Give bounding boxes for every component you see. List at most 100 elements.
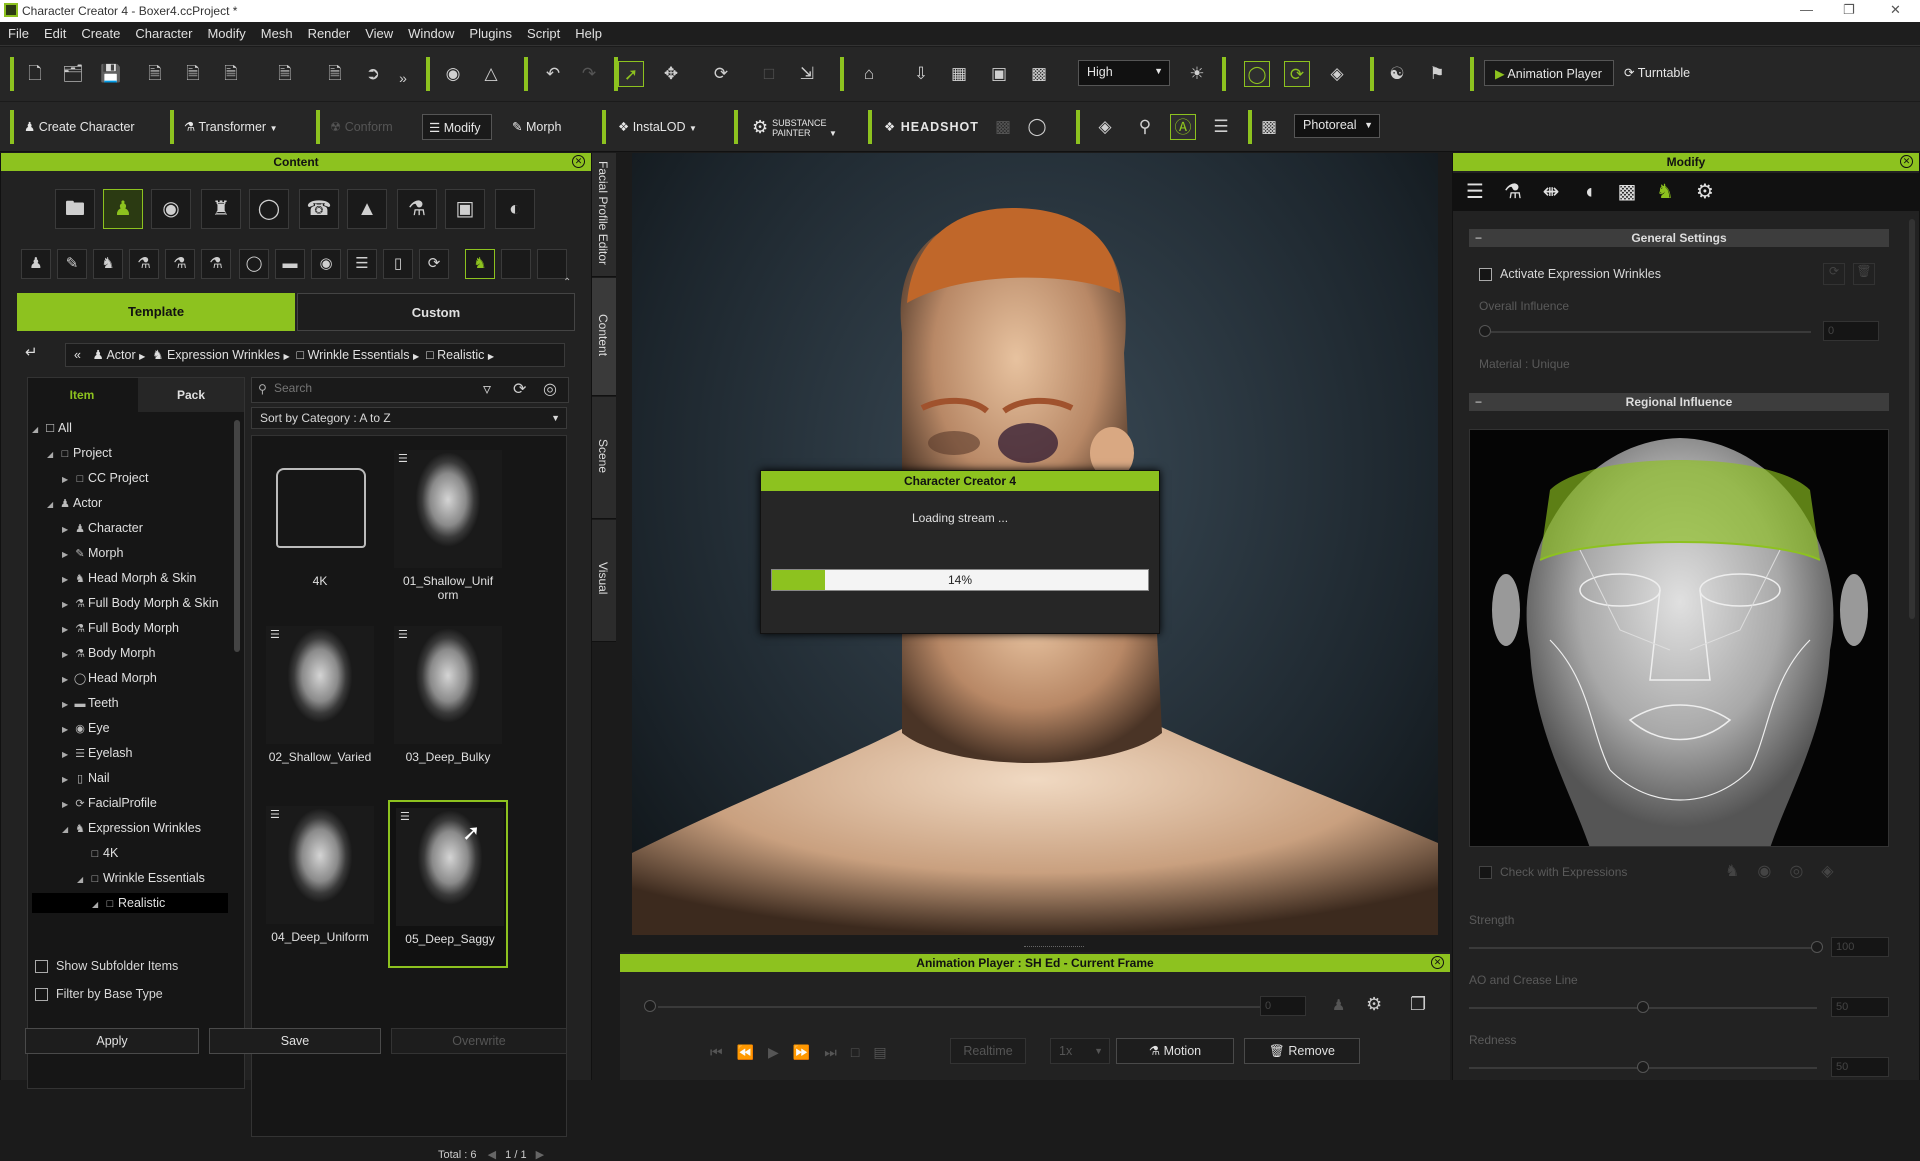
tab-content-side[interactable]: Content bbox=[592, 278, 616, 396]
import-obj-icon[interactable]: 🗎 bbox=[218, 61, 244, 87]
tree-item[interactable]: ▶ ◯ Head Morph bbox=[32, 668, 157, 688]
settings-sliders-icon[interactable]: ☰ bbox=[1208, 114, 1234, 140]
select-cursor-icon[interactable]: ➚ bbox=[618, 61, 644, 87]
hair-category-icon[interactable]: ◯ bbox=[249, 189, 289, 229]
tree-item[interactable]: ▶ ♞ Head Morph & Skin bbox=[32, 568, 196, 588]
sort-select[interactable]: Sort by Category : A to Z ▼ bbox=[251, 407, 567, 429]
tree-item[interactable]: ▶ ▯ Nail bbox=[32, 768, 110, 788]
refresh-icon[interactable]: ⟳ bbox=[513, 379, 526, 399]
eyelash-sub-icon[interactable]: ☰ bbox=[347, 249, 377, 279]
physics-icon[interactable]: ◈ bbox=[1324, 61, 1350, 87]
menu-file[interactable]: File bbox=[0, 22, 36, 41]
instalod-button[interactable]: ❖ InstaLOD ▼ bbox=[618, 114, 697, 140]
blend-icon[interactable]: ◈ bbox=[1821, 863, 1851, 880]
tree-item[interactable]: ▶ ⚗ Body Morph bbox=[32, 643, 155, 663]
morph-tab-icon[interactable]: ⇼ bbox=[1535, 176, 1567, 208]
overwrite-button[interactable]: Overwrite bbox=[391, 1028, 567, 1054]
expand-arrow-icon[interactable]: ▶ bbox=[62, 695, 72, 715]
search-input[interactable] bbox=[274, 381, 474, 395]
redness-knob[interactable] bbox=[1637, 1061, 1649, 1073]
motion-tab-icon[interactable]: ⚗ bbox=[1497, 176, 1529, 208]
expand-arrow-icon[interactable]: ▶ bbox=[62, 645, 72, 665]
tree-item[interactable]: ▶ ◉ Eye bbox=[32, 718, 110, 738]
activate-wrinkles-checkbox[interactable] bbox=[1479, 268, 1492, 282]
breadcrumb-expression-wrinkles[interactable]: Expression Wrinkles bbox=[167, 348, 280, 362]
save-button[interactable]: Save bbox=[209, 1028, 381, 1054]
strength-input[interactable]: 100 bbox=[1831, 937, 1889, 957]
menu-script[interactable]: Script bbox=[519, 22, 567, 41]
expand-arrow-icon[interactable]: ▶ bbox=[62, 470, 72, 490]
reset-icon[interactable]: ⟳ bbox=[1823, 263, 1845, 285]
cloth-icon[interactable]: ◈ bbox=[1092, 114, 1118, 140]
eye-target-icon[interactable]: ◎ bbox=[1789, 863, 1821, 880]
physics-tab-icon[interactable]: ◖ bbox=[1573, 176, 1605, 208]
loop-icon[interactable]: □ bbox=[851, 1044, 873, 1060]
show-subfolder-option[interactable]: Show Subfolder Items bbox=[35, 959, 178, 974]
next-frame-icon[interactable]: ⏩ bbox=[793, 1044, 824, 1060]
collapse-arrow-icon[interactable]: ◢ bbox=[62, 820, 72, 840]
modify-scrollbar[interactable] bbox=[1909, 219, 1915, 619]
breadcrumb-realistic[interactable]: Realistic bbox=[437, 348, 484, 362]
create-character-button[interactable]: ♟ Create Character bbox=[24, 114, 135, 140]
resize-grip[interactable] bbox=[1024, 946, 1084, 949]
timeline-knob[interactable] bbox=[644, 1000, 656, 1012]
play-icon[interactable]: ▶ bbox=[768, 1044, 793, 1060]
turntable-button[interactable]: ⟳ Turntable bbox=[1624, 60, 1690, 86]
check-expressions-checkbox[interactable] bbox=[1479, 866, 1492, 880]
tree-item[interactable]: ▶ ♟ Character bbox=[32, 518, 143, 538]
expand-arrow-icon[interactable]: ▶ bbox=[62, 720, 72, 740]
more-tools-icon[interactable]: » bbox=[390, 65, 416, 91]
next-page-icon[interactable]: ▶ bbox=[536, 1149, 544, 1161]
undo-icon[interactable]: ↶ bbox=[540, 61, 566, 87]
breadcrumb-overflow-icon[interactable]: « bbox=[74, 348, 81, 362]
fit-icon[interactable]: ⇩ bbox=[908, 61, 934, 87]
maximize-icon[interactable]: ❐ bbox=[1843, 2, 1855, 18]
empty-sub-slot[interactable] bbox=[537, 249, 567, 279]
quality-select[interactable]: High ▼ bbox=[1078, 60, 1170, 86]
filter-icon[interactable]: ▿ bbox=[483, 379, 491, 399]
collapse-arrow-icon[interactable]: ◢ bbox=[47, 495, 57, 515]
ao-crease-input[interactable]: 50 bbox=[1831, 997, 1889, 1017]
speed-select[interactable]: 1x ▼ bbox=[1050, 1038, 1110, 1064]
expression-wrinkles-sub-icon[interactable]: ♞ bbox=[465, 249, 495, 279]
show-subfolder-checkbox[interactable] bbox=[35, 960, 48, 974]
accessory-category-icon[interactable]: ☎ bbox=[299, 189, 339, 229]
tree-scrollbar[interactable] bbox=[234, 420, 240, 652]
modify-button[interactable]: ☰ Modify bbox=[422, 114, 492, 140]
tab-scene[interactable]: Scene bbox=[592, 397, 616, 519]
folder-category-icon[interactable]: 🖿 bbox=[55, 189, 95, 229]
motion-category-icon[interactable]: ⚗ bbox=[397, 189, 437, 229]
subtab-pack[interactable]: Pack bbox=[138, 378, 244, 412]
skin-category-icon[interactable]: ◉ bbox=[151, 189, 191, 229]
headshot-button[interactable]: ❖ HEADSHOT bbox=[884, 114, 979, 140]
overall-influence-knob[interactable] bbox=[1479, 325, 1491, 337]
tree-item[interactable]: ▶ ⚗ Full Body Morph & Skin bbox=[32, 593, 219, 613]
collapse-arrow-icon[interactable]: ◢ bbox=[77, 870, 87, 890]
strength-slider[interactable] bbox=[1469, 947, 1817, 949]
close-panel-icon[interactable]: ✕ bbox=[1431, 956, 1444, 969]
attribute-tab-icon[interactable]: ☰ bbox=[1459, 176, 1491, 208]
close-icon[interactable]: ✕ bbox=[1890, 2, 1901, 18]
menu-view[interactable]: View bbox=[357, 22, 400, 41]
scale-icon[interactable]: □ bbox=[756, 61, 782, 87]
tree-item[interactable]: ◢ ♞ Expression Wrinkles bbox=[32, 818, 201, 838]
head-skin-sub-icon[interactable]: ♞ bbox=[93, 249, 123, 279]
motion-button[interactable]: ⚗ Motion bbox=[1116, 1038, 1234, 1064]
tree-item[interactable]: ▶ □ CC Project bbox=[32, 468, 148, 488]
expand-arrow-icon[interactable]: ▶ bbox=[62, 545, 72, 565]
pose-lock-icon[interactable]: ♟ bbox=[1332, 996, 1345, 1014]
subtab-item[interactable]: Item bbox=[28, 378, 136, 412]
face-region-map[interactable] bbox=[1469, 429, 1889, 847]
outfit-category-icon[interactable]: ♜ bbox=[201, 189, 241, 229]
apply-button[interactable]: Apply bbox=[25, 1028, 199, 1054]
grid-item-03[interactable]: ☰ 03_Deep_Bulky bbox=[388, 620, 508, 788]
wrinkle-tab-icon[interactable]: ♞ bbox=[1649, 176, 1681, 208]
tree-item[interactable]: □ 4K bbox=[32, 843, 119, 863]
expand-arrow-icon[interactable]: ▶ bbox=[62, 520, 72, 540]
snap-icon[interactable]: ⇲ bbox=[794, 61, 820, 87]
tree-item[interactable]: ◢ □ Realistic bbox=[32, 893, 228, 913]
realtime-button[interactable]: Realtime bbox=[950, 1038, 1026, 1064]
tree-item[interactable]: ▶ ▬ Teeth bbox=[32, 693, 119, 713]
expand-arrow-icon[interactable]: ▶ bbox=[62, 570, 72, 590]
actor-category-icon[interactable]: ♟ bbox=[103, 189, 143, 229]
